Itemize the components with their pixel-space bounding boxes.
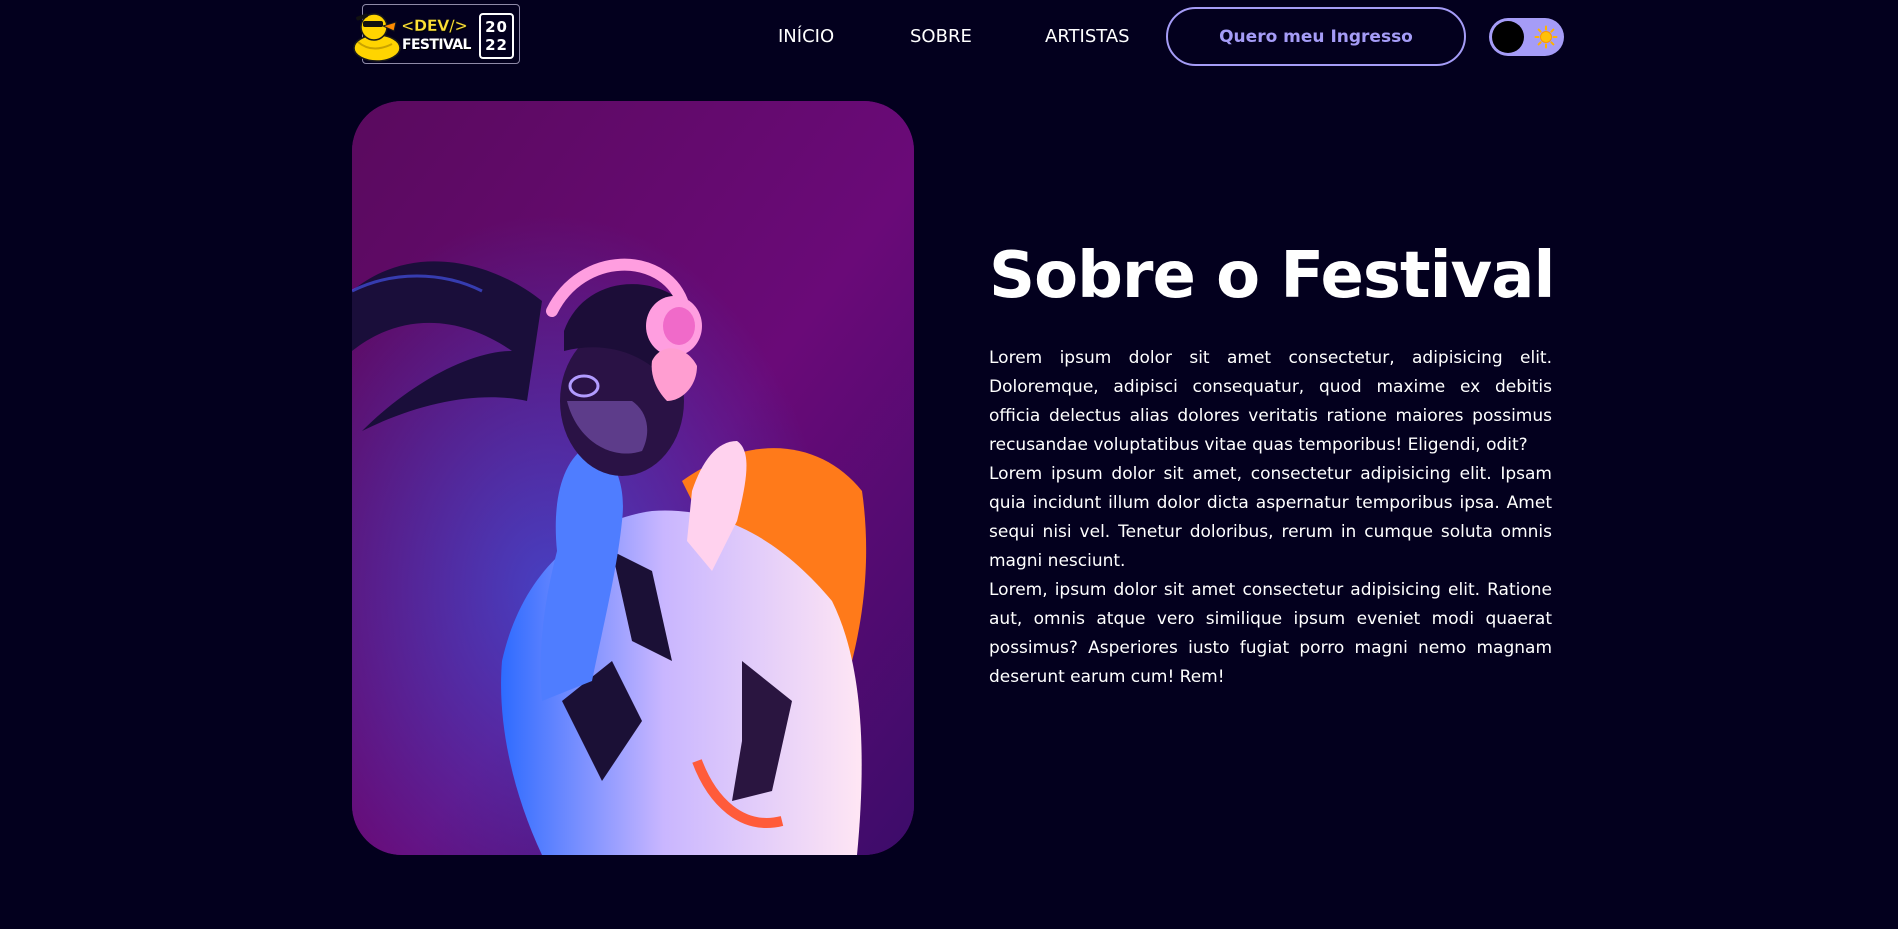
about-paragraph-2: Lorem ipsum dolor sit amet, consectetur … xyxy=(989,464,1552,571)
theme-toggle[interactable] xyxy=(1489,18,1564,56)
nav-link-artistas[interactable]: ARTISTAS xyxy=(1045,24,1130,50)
logo-dev-text: <DEV/> xyxy=(401,16,468,36)
logo-year-top: 20 xyxy=(485,18,508,36)
about-paragraph-1: Lorem ipsum dolor sit amet consectetur, … xyxy=(989,348,1552,455)
logo-year-badge: 20 22 xyxy=(479,13,514,59)
about-text: Lorem ipsum dolor sit amet consectetur, … xyxy=(989,344,1552,692)
sun-icon xyxy=(1534,25,1558,49)
duck-icon xyxy=(353,13,401,62)
logo-festival-text: FESTIVAL xyxy=(402,37,471,53)
festival-logo[interactable]: <DEV/> FESTIVAL 20 22 xyxy=(352,4,521,65)
site-header: <DEV/> FESTIVAL 20 22 INÍCIO SOBRE ARTIS… xyxy=(0,0,1898,75)
buy-ticket-button[interactable]: Quero meu Ingresso xyxy=(1166,7,1466,66)
festival-photo-illustration xyxy=(352,101,914,855)
about-title: Sobre o Festival xyxy=(989,239,1555,313)
nav-link-sobre[interactable]: SOBRE xyxy=(910,24,972,50)
festival-photo xyxy=(352,101,914,855)
about-paragraph-3: Lorem, ipsum dolor sit amet consectetur … xyxy=(989,580,1552,687)
nav-link-inicio[interactable]: INÍCIO xyxy=(778,24,834,50)
logo-year-bottom: 22 xyxy=(485,36,508,54)
toggle-knob xyxy=(1492,21,1524,53)
